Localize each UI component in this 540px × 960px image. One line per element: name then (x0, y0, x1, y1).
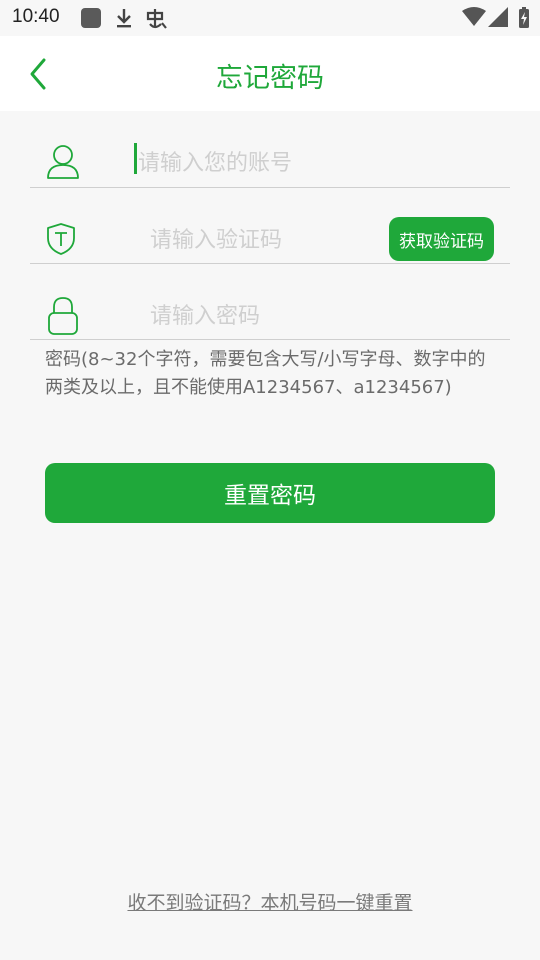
text-cursor (134, 143, 137, 174)
user-icon (46, 144, 80, 184)
battery-charging-icon (518, 7, 530, 33)
password-input[interactable] (150, 263, 380, 339)
bug-icon (144, 7, 168, 35)
wifi-icon (462, 7, 486, 31)
account-input[interactable] (138, 111, 478, 187)
password-rules-hint: 密码(8~32个字符，需要包含大写/小写字母、数字中的两类及以上，且不能使用A1… (45, 349, 486, 398)
signal-icon (488, 7, 508, 31)
status-bar: 10:40 (0, 0, 540, 36)
shield-icon (46, 222, 76, 260)
account-row (30, 111, 510, 188)
app-bar: 忘记密码 (0, 36, 540, 111)
code-row: 获取验证码 (30, 187, 510, 264)
status-time: 10:40 (12, 6, 60, 27)
lock-icon (46, 296, 80, 340)
one-click-reset-link[interactable]: 收不到验证码？本机号码一键重置 (0, 888, 540, 915)
page-title: 忘记密码 (216, 63, 324, 94)
download-icon (114, 7, 134, 33)
app-square-icon (80, 7, 102, 33)
code-input[interactable] (150, 187, 380, 263)
password-row (30, 263, 510, 340)
reset-password-button[interactable]: 重置密码 (45, 463, 495, 523)
get-code-button[interactable]: 获取验证码 (389, 217, 494, 261)
